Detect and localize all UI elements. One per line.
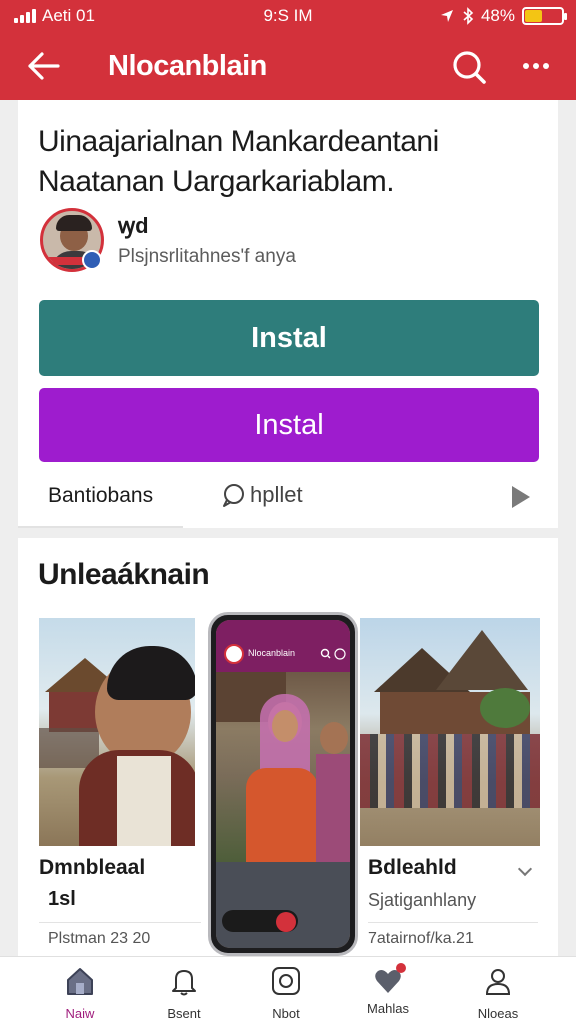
nav-label-heart: Mahlas: [367, 1001, 409, 1016]
bell-icon: [172, 970, 196, 996]
author-name: ꝡd: [118, 213, 149, 238]
bottom-nav: Naiw Bsent Nbot Mahlas Nloeas: [0, 956, 576, 1024]
tab-right-label: hpllet: [250, 482, 303, 507]
nav-item-profile[interactable]: Nloeas: [448, 963, 548, 1021]
play-icon[interactable]: [512, 486, 530, 508]
nav-label-home: Naiw: [65, 1006, 95, 1021]
nav-label-profile: Nloeas: [477, 1006, 519, 1021]
right-card-caption: Bdleahld: [368, 856, 457, 879]
phone-man-head: [320, 722, 348, 754]
nav-item-bell[interactable]: Bsent: [134, 963, 234, 1021]
author-meta: Plsjnsrlitahnes'f anya: [118, 246, 296, 267]
profile-icon: [485, 969, 511, 995]
phone-record-icon: [276, 912, 296, 932]
phone-screen: Nlocanblain: [216, 620, 350, 948]
left-card-subtitle: 1sl: [48, 888, 76, 910]
left-card-caption: Dmnbleaal: [39, 856, 146, 879]
tab-left[interactable]: Bantiobans: [48, 484, 153, 508]
person-collar: [117, 756, 171, 846]
notification-dot: [396, 963, 406, 973]
battery-icon: [522, 7, 567, 25]
photo-left[interactable]: [39, 618, 195, 846]
left-card-date: Plstman 23 20: [48, 930, 151, 947]
nav-label-camera: Nbot: [272, 1006, 300, 1021]
status-bar: Aeti 01 9:S IM 48%: [0, 4, 576, 28]
nav-item-home[interactable]: Naiw: [30, 963, 130, 1021]
more-icon[interactable]: [518, 52, 554, 80]
phone-man-clothes: [316, 754, 350, 862]
right-card-subtitle: Sjatiganhlany: [368, 890, 477, 910]
comment-icon: [223, 484, 244, 507]
top-header: Aeti 01 9:S IM 48% Nlocanblain: [0, 0, 576, 100]
nav-item-camera[interactable]: Nbot: [236, 963, 336, 1021]
tab-underline: [18, 526, 183, 528]
status-right: 48%: [439, 6, 567, 26]
roof-shape: [436, 630, 528, 690]
nav-label-bell: Bsent: [167, 1006, 201, 1021]
divider: [368, 922, 538, 923]
phone-mockup[interactable]: Nlocanblain: [208, 612, 358, 956]
home-icon: [67, 968, 93, 995]
section-title: Unleaáknain: [38, 558, 210, 591]
install-button-secondary[interactable]: Instal: [39, 388, 539, 462]
install-button-primary[interactable]: Instal: [39, 300, 539, 376]
verified-badge-icon: [82, 250, 102, 270]
right-card-date: 7atairnof/ka.21: [368, 930, 474, 947]
article-tabs: Bantiobans hpllet: [18, 470, 558, 528]
phone-search-icon: [320, 648, 346, 660]
battery-percent: 48%: [480, 6, 515, 25]
phone-text-panel: [216, 862, 350, 948]
article-headline: Uinaajarialnan Mankardeantani Naatanan U…: [38, 125, 439, 198]
heart-icon-wrap: [372, 963, 406, 997]
bluetooth-icon: [463, 7, 474, 25]
avatar-hair: [56, 215, 92, 231]
person-headscarf: [107, 646, 195, 700]
phone-title: Nlocanblain: [248, 648, 296, 658]
chevron-down-icon[interactable]: [517, 861, 533, 877]
back-arrow-icon[interactable]: [26, 50, 62, 82]
phone-woman-face: [272, 710, 298, 742]
camera-icon: [272, 967, 300, 995]
crowd: [360, 734, 540, 808]
app-bar: Nlocanblain: [0, 40, 576, 94]
phone-app-bar: Nlocanblain: [216, 620, 350, 672]
location-icon: [440, 10, 453, 22]
tree: [480, 688, 530, 728]
photo-right[interactable]: [360, 618, 540, 846]
phone-woman-clothes: [246, 768, 318, 862]
phone-photo: [216, 672, 350, 862]
tab-right[interactable]: hpllet: [220, 482, 303, 508]
nav-item-heart[interactable]: Mahlas: [338, 963, 438, 1021]
article-card: Uinaajarialnan Mankardeantani Naatanan U…: [18, 100, 558, 528]
page-title: Nlocanblain: [108, 50, 267, 82]
divider: [39, 922, 201, 923]
search-icon[interactable]: [450, 48, 488, 86]
phone-avatar: [224, 644, 244, 664]
